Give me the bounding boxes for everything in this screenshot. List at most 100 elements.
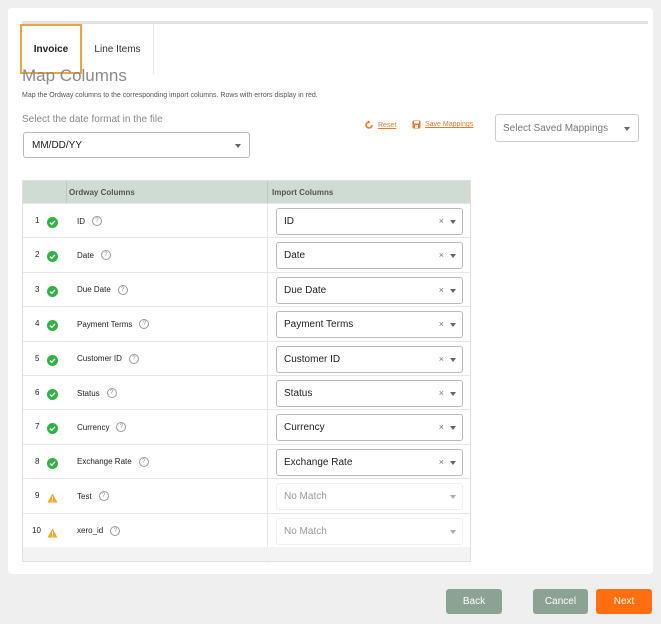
row-number: 8 (35, 456, 40, 466)
ordway-column-name: xero_id? (77, 525, 121, 536)
page-title: Map Columns (22, 66, 127, 85)
help-circle-icon[interactable]: ? (106, 388, 117, 398)
chevron-down-icon (450, 323, 456, 328)
help-circle-icon[interactable]: ? (116, 422, 127, 433)
import-column-value: No Match (284, 491, 327, 503)
chevron-down-icon (450, 254, 456, 259)
ordway-column-label: Test (77, 491, 92, 501)
ordway-column-label: ID (77, 216, 85, 226)
clear-icon[interactable]: × (439, 457, 444, 467)
reset-icon (365, 120, 373, 129)
table-row: 1 ID? ID × (23, 203, 470, 237)
table-row: 9 Test? No Match (23, 478, 470, 512)
reset-link[interactable]: Reset (364, 120, 396, 130)
import-column-select[interactable]: Status × (276, 380, 463, 407)
help-circle-icon[interactable]: ? (139, 319, 150, 330)
check-circle-icon (47, 387, 58, 405)
row-number: 3 (35, 284, 40, 294)
clear-icon[interactable]: × (439, 285, 444, 295)
import-column-select[interactable]: Due Date × (276, 276, 463, 304)
row-number: 6 (35, 388, 40, 397)
import-column-select[interactable]: Currency × (276, 414, 463, 442)
help-circle-icon[interactable]: ? (138, 456, 149, 467)
table-row: 2 Date? Date × (23, 237, 470, 271)
ordway-column-name: Customer ID? (77, 353, 139, 364)
clear-icon[interactable]: × (439, 319, 444, 329)
check-circle-icon (47, 215, 58, 233)
ordway-column-name: Test? (77, 491, 109, 502)
table-header: Ordway Columns Import Columns (23, 181, 470, 203)
ordway-column-name: Status? (77, 388, 117, 398)
import-column-value: Exchange Rate (284, 456, 353, 468)
help-circle-icon[interactable]: ? (110, 525, 121, 536)
header-divider (267, 181, 268, 203)
chevron-down-icon (624, 127, 630, 131)
ordway-column-name: Currency? (77, 422, 127, 433)
reset-label: Reset (378, 121, 397, 129)
ordway-column-label: Exchange Rate (77, 457, 132, 467)
clear-icon[interactable]: × (439, 250, 444, 260)
ordway-column-label: Due Date (77, 285, 111, 295)
import-column-value: Currency (284, 422, 325, 434)
ordway-column-name: Payment Terms? (77, 319, 150, 330)
ordway-column-label: Currency (77, 422, 110, 432)
back-button[interactable]: Back (446, 589, 502, 614)
table-footer (23, 547, 470, 561)
help-circle-icon[interactable]: ? (98, 491, 109, 502)
import-card: Invoice Line Items Map Columns Map the O… (8, 8, 653, 574)
table-row: 7 Currency? Currency × (23, 409, 470, 443)
date-format-label: Select the date format in the file (22, 114, 163, 125)
row-number: 2 (35, 250, 40, 260)
row-number: 5 (35, 353, 40, 363)
check-circle-icon (47, 249, 58, 267)
row-number: 1 (35, 216, 40, 225)
header-ordway-columns: Ordway Columns (69, 188, 135, 197)
import-column-select[interactable]: ID × (276, 208, 463, 235)
import-column-select[interactable]: Customer ID × (276, 345, 463, 373)
date-format-select[interactable]: MM/DD/YY (23, 132, 250, 158)
help-circle-icon[interactable]: ? (92, 216, 102, 226)
help-circle-icon[interactable]: ? (117, 284, 128, 295)
next-button[interactable]: Next (596, 589, 652, 614)
check-circle-icon (47, 421, 58, 439)
table-row: 10 xero_id? No Match (23, 512, 470, 547)
save-mappings-link[interactable]: Save Mappings (412, 120, 473, 129)
import-column-select[interactable]: Exchange Rate × (276, 448, 463, 476)
header-import-columns: Import Columns (272, 188, 334, 197)
clear-icon[interactable]: × (439, 388, 444, 398)
table-row: 8 Exchange Rate? Exchange Rate × (23, 443, 470, 478)
table-row: 5 Customer ID? Customer ID × (23, 340, 470, 375)
clear-icon[interactable]: × (439, 354, 444, 364)
import-column-select[interactable]: Date × (276, 242, 463, 270)
warning-triangle-icon (47, 490, 58, 508)
row-number: 4 (35, 319, 40, 329)
import-column-select[interactable]: No Match (276, 517, 463, 545)
warning-triangle-icon (47, 525, 58, 543)
table-row: 4 Payment Terms? Payment Terms × (23, 306, 470, 340)
ordway-column-name: Due Date? (77, 284, 128, 295)
ordway-column-label: Date (77, 250, 94, 260)
import-column-select[interactable]: No Match (276, 483, 463, 511)
chevron-down-icon (235, 144, 241, 148)
chevron-down-icon (450, 357, 456, 362)
table-row: 3 Due Date? Due Date × (23, 271, 470, 306)
clear-icon[interactable]: × (439, 422, 444, 432)
check-circle-icon (47, 318, 58, 336)
date-format-value: MM/DD/YY (32, 139, 82, 151)
chevron-down-icon (450, 392, 456, 396)
clear-icon[interactable]: × (439, 216, 444, 226)
import-column-value: Payment Terms (284, 319, 354, 331)
chevron-down-icon (450, 529, 456, 534)
ordway-column-name: Exchange Rate? (77, 456, 149, 467)
import-column-value: Date (284, 250, 306, 262)
import-column-select[interactable]: Payment Terms × (276, 311, 463, 339)
ordway-column-name: ID? (77, 216, 102, 226)
page-subtitle: Map the Ordway columns to the correspond… (22, 92, 318, 99)
check-circle-icon (47, 456, 58, 474)
saved-mappings-placeholder: Select Saved Mappings (503, 122, 609, 134)
cancel-button[interactable]: Cancel (533, 589, 588, 614)
help-circle-icon[interactable]: ? (128, 353, 139, 364)
help-circle-icon[interactable]: ? (100, 250, 111, 261)
saved-mappings-select[interactable]: Select Saved Mappings (495, 114, 639, 142)
chevron-down-icon (450, 288, 456, 293)
